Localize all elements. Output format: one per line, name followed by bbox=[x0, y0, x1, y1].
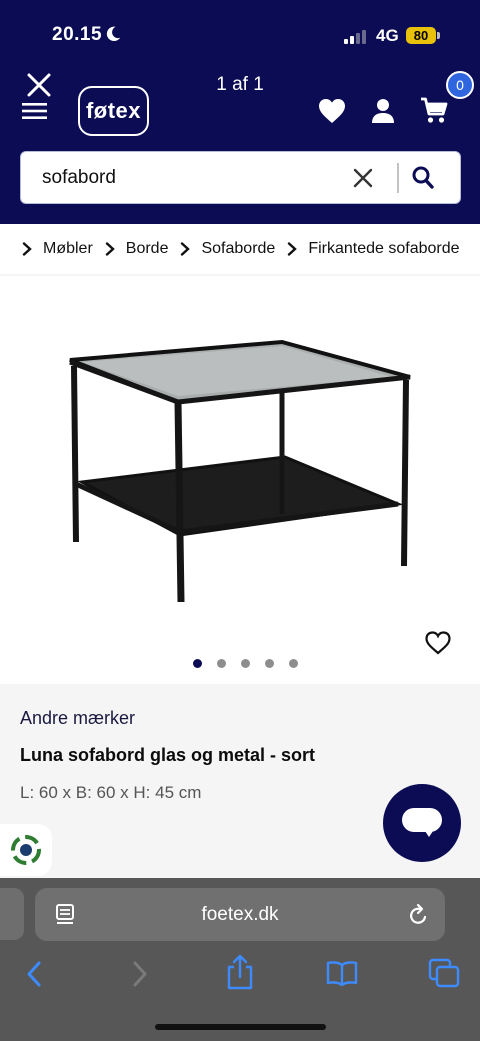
sustainability-badge[interactable] bbox=[0, 824, 52, 876]
previous-tab-preview[interactable] bbox=[0, 888, 24, 940]
signal-icon bbox=[344, 28, 366, 44]
search-icon[interactable] bbox=[412, 166, 434, 190]
close-icon[interactable] bbox=[26, 72, 52, 98]
status-time: 20.15 bbox=[52, 24, 103, 45]
chevron-right-icon bbox=[181, 242, 191, 256]
recycle-icon bbox=[11, 835, 41, 865]
site-header: 20.15 4G 80 føtex 1 af 1 0 sofabord bbox=[0, 0, 480, 224]
product-gallery[interactable] bbox=[0, 276, 480, 684]
chevron-right-icon bbox=[288, 242, 298, 256]
page-counter: 1 af 1 bbox=[216, 74, 264, 95]
forward-icon[interactable] bbox=[130, 960, 150, 988]
product-image[interactable] bbox=[60, 332, 420, 602]
battery-tip bbox=[437, 32, 440, 39]
chevron-right-icon bbox=[105, 242, 115, 256]
gallery-dot[interactable] bbox=[216, 659, 226, 668]
search-bar[interactable]: sofabord bbox=[20, 151, 461, 204]
tabs-icon[interactable] bbox=[428, 958, 460, 988]
url-text[interactable]: foetex.dk bbox=[35, 904, 445, 926]
back-icon[interactable] bbox=[24, 960, 44, 988]
gallery-dot[interactable] bbox=[264, 659, 274, 668]
browser-toolbar: foetex.dk bbox=[0, 878, 480, 1041]
status-bar: 20.15 4G 80 bbox=[0, 0, 480, 68]
network-type: 4G bbox=[376, 26, 399, 45]
user-icon[interactable] bbox=[371, 98, 395, 124]
breadcrumb-label[interactable]: Borde bbox=[126, 240, 169, 258]
search-input[interactable]: sofabord bbox=[42, 167, 116, 189]
clear-icon[interactable] bbox=[353, 168, 373, 188]
cart-icon[interactable] bbox=[420, 96, 448, 124]
address-bar[interactable]: foetex.dk bbox=[35, 888, 445, 941]
product-brand[interactable]: Andre mærker bbox=[20, 708, 135, 729]
bookmarks-icon[interactable] bbox=[326, 960, 358, 986]
product-dimensions: L: 60 x B: 60 x H: 45 cm bbox=[20, 783, 202, 802]
heart-icon[interactable] bbox=[318, 98, 346, 124]
breadcrumb-label[interactable]: Møbler bbox=[43, 240, 93, 258]
home-indicator bbox=[155, 1024, 326, 1030]
favorite-heart-icon[interactable] bbox=[425, 631, 451, 655]
site-logo[interactable]: føtex bbox=[78, 86, 149, 136]
gallery-dot[interactable] bbox=[288, 659, 298, 668]
chevron-right-icon bbox=[22, 242, 32, 256]
moon-icon bbox=[106, 26, 121, 42]
share-icon[interactable] bbox=[226, 954, 254, 990]
breadcrumb-item-sofaborde[interactable]: Sofaborde bbox=[180, 240, 275, 258]
breadcrumb-item-mobler[interactable]: Møbler bbox=[22, 240, 93, 258]
breadcrumb: Møbler Borde Sofaborde Firkantede sofabo… bbox=[0, 224, 480, 274]
chat-icon bbox=[402, 808, 442, 832]
product-title: Luna sofabord glas og metal - sort bbox=[20, 745, 316, 765]
hamburger-icon[interactable] bbox=[22, 102, 47, 120]
breadcrumb-item-firkantede[interactable]: Firkantede sofaborde bbox=[287, 240, 460, 258]
breadcrumb-item-borde[interactable]: Borde bbox=[105, 240, 169, 258]
breadcrumb-label[interactable]: Sofaborde bbox=[201, 240, 275, 258]
breadcrumb-label[interactable]: Firkantede sofaborde bbox=[308, 240, 459, 258]
chat-button[interactable] bbox=[383, 784, 461, 862]
chat-icon-tail bbox=[423, 828, 435, 837]
battery-icon: 80 bbox=[406, 27, 436, 44]
cart-count-badge[interactable]: 0 bbox=[446, 71, 474, 99]
gallery-dot[interactable] bbox=[192, 659, 202, 668]
search-divider bbox=[397, 163, 399, 193]
reload-icon[interactable] bbox=[408, 903, 430, 927]
gallery-pagination[interactable] bbox=[0, 659, 480, 668]
gallery-dot[interactable] bbox=[240, 659, 250, 668]
